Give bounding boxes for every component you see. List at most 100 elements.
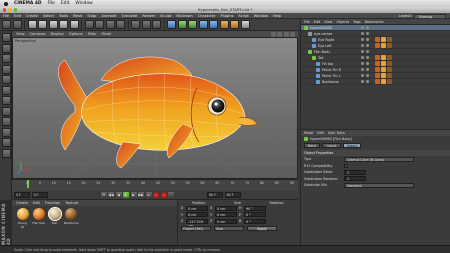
light-icon[interactable]: [240, 20, 250, 29]
prev-frame-icon[interactable]: ◀: [115, 192, 122, 198]
object-name[interactable]: Eye Right: [318, 38, 334, 42]
object-name[interactable]: Pelvic Fin L: [322, 74, 341, 78]
mat-menu-texture[interactable]: Texture: [65, 201, 78, 205]
vp-rotate-icon[interactable]: [283, 31, 289, 37]
edges-mode-icon[interactable]: [1, 85, 11, 95]
tab-basic[interactable]: Basic: [304, 143, 321, 148]
coord-mode-select[interactable]: Object (Rel): [181, 225, 211, 231]
cube-icon[interactable]: [167, 20, 176, 29]
record-icon[interactable]: [153, 192, 159, 198]
visibility-dot-icon[interactable]: [361, 50, 364, 53]
vp-menu-display[interactable]: Display: [51, 32, 64, 36]
snap-icon[interactable]: [1, 127, 11, 137]
array-icon[interactable]: [198, 20, 208, 29]
preview-end-field[interactable]: 90 F: [224, 192, 241, 198]
visibility-dot-icon[interactable]: [361, 26, 364, 29]
enabled-check-icon[interactable]: ✓: [367, 50, 370, 54]
obj-menu-view[interactable]: View: [324, 19, 332, 24]
material-tag-icon[interactable]: [375, 61, 380, 66]
material-tag-icon[interactable]: [387, 73, 392, 78]
material-tag-icon[interactable]: [381, 79, 386, 84]
vp-maximize-icon[interactable]: [290, 31, 295, 37]
mac-menu-edit[interactable]: Edit: [61, 1, 70, 6]
menu-script[interactable]: Script: [238, 14, 248, 18]
scale-icon[interactable]: [48, 20, 58, 29]
material-tag-icon[interactable]: [387, 67, 392, 72]
camera-icon[interactable]: [230, 20, 239, 29]
go-to-start-icon[interactable]: ⏮: [100, 192, 107, 198]
position-x-field[interactable]: 0 cm: [186, 205, 208, 211]
obj-menu-edit[interactable]: Edit: [314, 19, 321, 24]
material-tag-icon[interactable]: [375, 67, 380, 72]
object-name[interactable]: Eye Left: [318, 44, 332, 48]
undo-icon[interactable]: [2, 20, 11, 29]
recent-tools-icon[interactable]: [69, 20, 79, 29]
vp-menu-view[interactable]: View: [16, 32, 25, 36]
play-icon[interactable]: ▶: [123, 192, 129, 198]
menu-select[interactable]: Select: [43, 14, 54, 18]
menu-plugins[interactable]: Plugins: [220, 14, 233, 18]
material-swatch[interactable]: Backbone: [64, 208, 79, 229]
material-tag-icon[interactable]: [387, 37, 392, 42]
next-key-icon[interactable]: ▶▶: [138, 192, 144, 198]
material-swatch[interactable]: Phong W: [16, 208, 29, 229]
live-selection-icon[interactable]: [27, 20, 37, 29]
material-swatch[interactable]: Fish: [47, 207, 62, 229]
z-axis-lock-icon[interactable]: [105, 20, 115, 29]
close-window-button[interactable]: [3, 8, 7, 12]
attr-menu-user-data[interactable]: User Data: [328, 130, 345, 136]
material-tag-icon[interactable]: [381, 67, 386, 72]
workplane-lock-icon[interactable]: [1, 138, 11, 147]
size-x-field[interactable]: 0 cm: [215, 205, 237, 211]
make-editable-icon[interactable]: [1, 33, 11, 42]
menu-tools[interactable]: Tools: [59, 14, 68, 18]
model-mode-icon[interactable]: [1, 43, 11, 53]
attr-menu-mode[interactable]: Mode: [304, 130, 313, 136]
vp-menu-filter[interactable]: Filter: [88, 32, 97, 36]
deformer-icon[interactable]: [209, 20, 218, 29]
visibility-dot-icon[interactable]: [361, 44, 364, 47]
current-frame-field[interactable]: 0 F: [31, 192, 48, 198]
material-tag-icon[interactable]: [375, 37, 380, 42]
object-name[interactable]: HyperNURBS: [310, 26, 332, 30]
start-frame-field[interactable]: 0 F: [14, 192, 30, 198]
visibility-dot-icon[interactable]: [361, 68, 364, 71]
object-name[interactable]: Tail: [318, 56, 323, 60]
position-y-field[interactable]: 0 cm: [186, 212, 208, 218]
layout-select[interactable]: Startup: [414, 13, 446, 19]
material-tag-icon[interactable]: [375, 79, 380, 84]
material-tag-icon[interactable]: [381, 43, 386, 48]
object-name[interactable]: eye-centre: [314, 32, 332, 36]
viewport-perspective[interactable]: Perspective: [12, 37, 298, 179]
visibility-dot-icon[interactable]: [361, 62, 364, 65]
zoom-window-button[interactable]: [13, 8, 18, 12]
render-picture-viewer-icon[interactable]: [141, 20, 151, 29]
move-icon[interactable]: [38, 20, 47, 29]
enabled-check-icon[interactable]: ✓: [367, 68, 370, 72]
mac-menu-file[interactable]: File: [48, 1, 55, 6]
rotation-h-field[interactable]: 90 °: [244, 205, 266, 211]
render-view-icon[interactable]: [131, 20, 140, 29]
workplane-icon[interactable]: [1, 64, 11, 74]
apply-button[interactable]: Apply: [247, 225, 277, 231]
object-name[interactable]: Fish Body: [314, 50, 330, 54]
subdivision-editor-field[interactable]: 2: [344, 169, 366, 175]
polygons-mode-icon[interactable]: [1, 96, 11, 105]
enabled-check-icon[interactable]: ✓: [367, 62, 370, 66]
subdivide-uvs-dropdown[interactable]: Standard: [344, 182, 414, 188]
r12-compatibility-checkbox[interactable]: ✓: [344, 163, 348, 168]
subdivision-surface-icon[interactable]: [177, 20, 187, 29]
menu-help[interactable]: Help: [273, 14, 281, 18]
extrude-icon[interactable]: [188, 20, 197, 29]
redo-icon[interactable]: [12, 20, 22, 29]
menu-mesh[interactable]: Mesh: [73, 14, 82, 18]
rotate-icon[interactable]: [59, 20, 68, 29]
menu-render[interactable]: Render: [142, 14, 155, 18]
mat-menu-edit[interactable]: Edit: [33, 201, 40, 205]
menu-animate[interactable]: Animate: [101, 14, 116, 18]
texture-mode-icon[interactable]: [1, 54, 11, 63]
keyframe-selection-icon[interactable]: [168, 192, 174, 198]
vp-menu-panel[interactable]: Panel: [102, 32, 112, 36]
material-tag-icon[interactable]: [381, 37, 386, 42]
end-frame-field[interactable]: 90 F: [207, 192, 223, 198]
